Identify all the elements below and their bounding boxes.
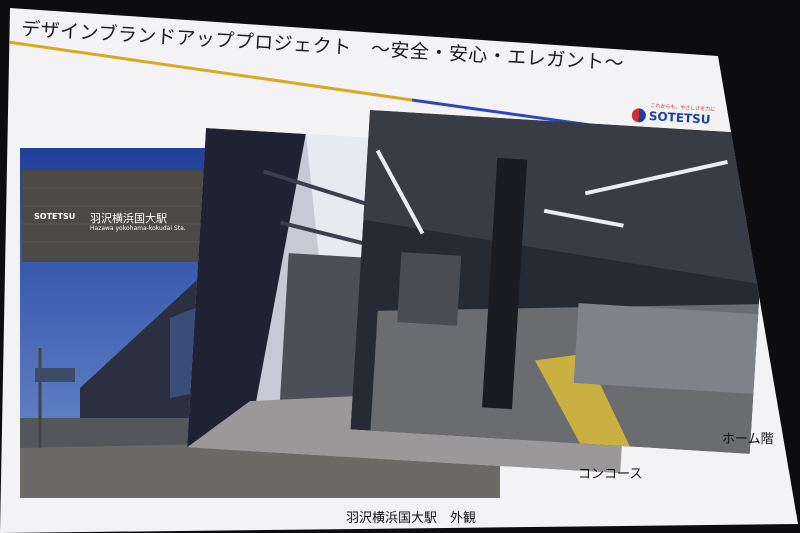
platform-photo [350, 110, 770, 454]
caption-exterior: 羽沢横浜国大駅 外観 [346, 511, 477, 526]
station-sign-brand: SOTETSU [34, 212, 76, 221]
station-sign-name-jp: 羽沢横浜国大駅 [90, 212, 167, 225]
caption-platform: ホーム階 [722, 432, 774, 447]
station-sign-photo: SOTETSU 羽沢横浜国大駅 Hazawa yokohama-kokudai … [22, 170, 204, 262]
caption-concourse: コンコース [578, 467, 643, 482]
station-sign-name-en: Hazawa yokohama-kokudai Sta. [90, 225, 186, 232]
presentation-slide: デザインブランドアッププロジェクト ～安全・安心・エレガント～ これからも、やさ… [0, 8, 798, 533]
sotetsu-mark-icon [631, 107, 647, 123]
